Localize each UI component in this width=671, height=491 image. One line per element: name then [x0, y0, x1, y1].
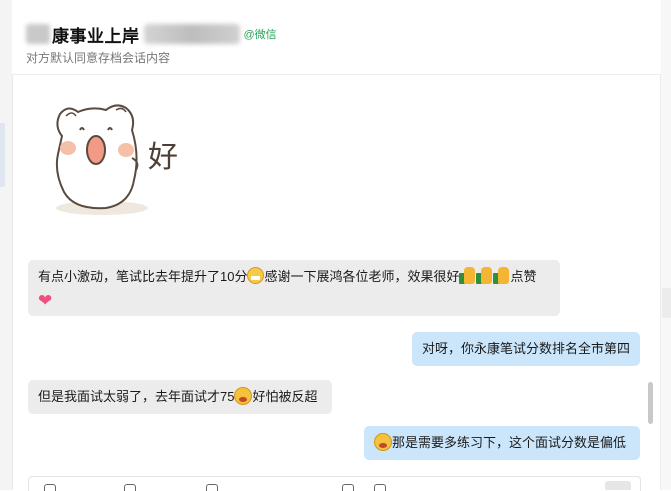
- message-text: 但是我面试太弱了，去年面试才75: [38, 389, 235, 404]
- message-bubble-sent[interactable]: 那是需要多练习下，这个面试分数是偏低: [364, 426, 640, 460]
- redacted-name-prefix: [26, 24, 50, 44]
- sticker-message[interactable]: 好: [44, 96, 194, 218]
- message-text: 好怕被反超: [252, 389, 318, 404]
- side-panel-tab[interactable]: [662, 288, 671, 318]
- message-bubble-sent[interactable]: 对呀，你永康笔试分数排名全市第四: [412, 332, 640, 366]
- crying-laugh-emoji-icon: [374, 433, 392, 451]
- thumbs-up-emoji-icon: [476, 266, 493, 285]
- send-button[interactable]: [605, 481, 631, 490]
- chat-title[interactable]: 康事业上岸: [52, 22, 140, 47]
- message-text: 有点小激动，笔试比去年提升了10分: [38, 269, 248, 284]
- message-bubble-received[interactable]: 有点小激动，笔试比去年提升了10分 感谢一下展鸿各位老师，效果很好 点赞 ❤: [28, 260, 560, 316]
- selected-conversation-indicator[interactable]: [0, 123, 5, 187]
- message-text: 点赞: [510, 269, 537, 284]
- thumbs-up-emoji-icon: [459, 266, 476, 285]
- sticker-caption: 好: [148, 140, 178, 175]
- crying-laugh-emoji-icon: [234, 387, 253, 405]
- archive-consent-notice: 对方默认同意存档会话内容: [26, 51, 171, 65]
- redacted-name-suffix: [143, 24, 240, 44]
- chat-scrollbar[interactable]: [648, 382, 653, 424]
- message-text: 那是需要多练习下，这个面试分数是偏低: [392, 435, 627, 450]
- thumbs-up-emoji-icon: [493, 266, 510, 285]
- message-text: 感谢一下展鸿各位老师，效果很好: [264, 269, 460, 284]
- chat-title-row: 康事业上岸 @微信: [26, 22, 277, 46]
- wechat-channel-tag: @微信: [243, 29, 277, 41]
- message-bubble-received[interactable]: 但是我面试太弱了，去年面试才75 好怕被反超: [28, 380, 332, 414]
- grin-emoji-icon: [247, 267, 265, 284]
- heart-emoji-icon: ❤: [38, 291, 53, 310]
- side-panel-edge: [660, 0, 671, 490]
- chat-header: 康事业上岸 @微信 对方默认同意存档会话内容: [12, 0, 661, 75]
- message-text: 对呀，你永康笔试分数排名全市第四: [422, 341, 631, 356]
- message-input-toolbar: [28, 476, 641, 491]
